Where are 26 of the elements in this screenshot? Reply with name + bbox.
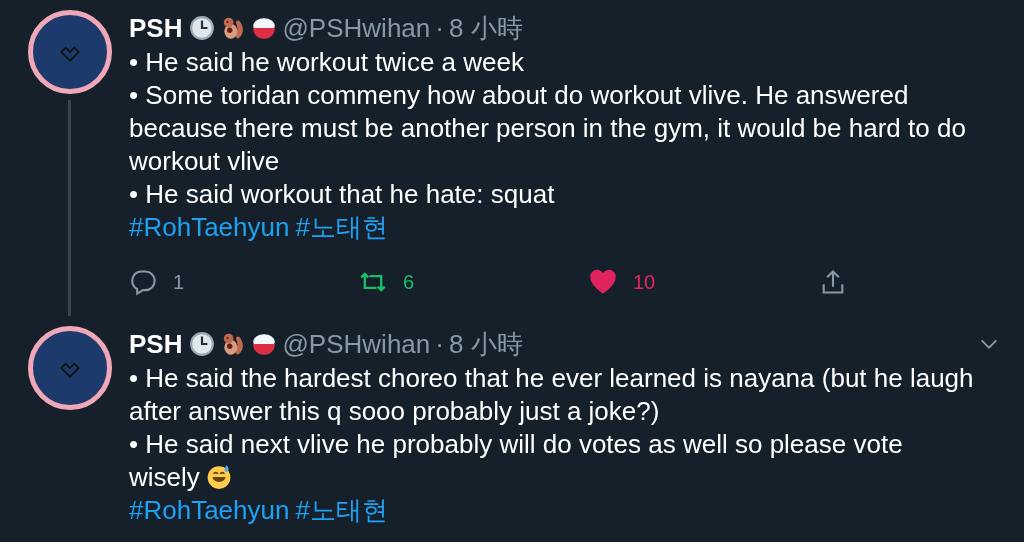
- hashtag-link[interactable]: #노태현: [295, 211, 388, 244]
- clock-icon: [189, 15, 216, 41]
- hashtag-link[interactable]: #노태현: [295, 494, 388, 527]
- display-name[interactable]: PSH: [129, 328, 183, 360]
- like-count: 10: [633, 270, 656, 294]
- user-handle[interactable]: @PSHwihan: [282, 328, 431, 360]
- tweet-text: • He said workout that he hate: squat: [129, 178, 556, 211]
- separator-dot: ·: [435, 328, 444, 360]
- rice-bowl-icon: [251, 15, 278, 41]
- tweet-text: • He said next vlive he probably will do votes as well so please vote wisely: [129, 428, 904, 494]
- timestamp[interactable]: 8 小時: [448, 326, 523, 362]
- separator-dot: ·: [435, 12, 444, 44]
- reply-count: 1: [173, 270, 185, 294]
- display-name[interactable]: PSH: [129, 12, 183, 44]
- rice-bowl-icon: [251, 331, 278, 357]
- hashtag-link[interactable]: #RohTaehyun: [129, 211, 290, 244]
- reply-icon[interactable]: [129, 268, 157, 296]
- tweet-text: • Some toridan commeny how about do workout vlive. He answered because there must be another person in the gym, it would be hard to do workout vlive: [129, 79, 967, 178]
- user-handle[interactable]: @PSHwihan: [282, 12, 431, 44]
- hashtag-link[interactable]: #RohTaehyun: [129, 494, 290, 527]
- tweet-text: • He said the hardest choreo that he ever learned is nayana (but he laugh after answer this q sooo probably just a joke?): [129, 362, 975, 428]
- retweet-count: 6: [403, 270, 415, 294]
- heart-icon[interactable]: [589, 268, 617, 296]
- clock-icon: [189, 331, 216, 357]
- timestamp[interactable]: 8 小時: [448, 10, 523, 46]
- tweet-text: • He said he workout twice a week: [129, 46, 525, 79]
